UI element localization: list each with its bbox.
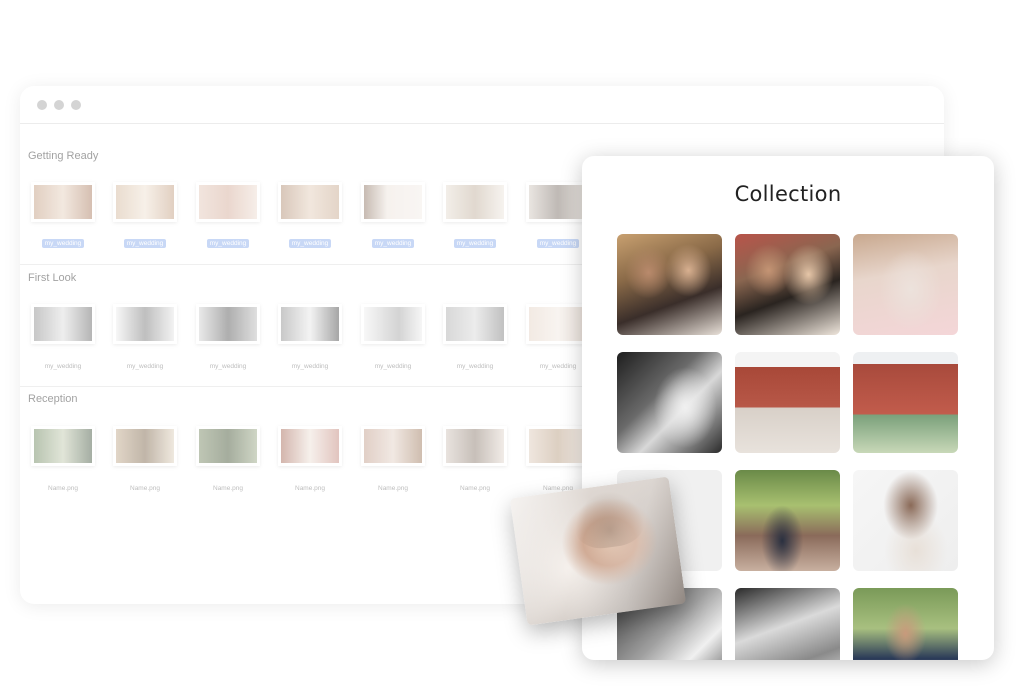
photo-thumbnail[interactable]	[113, 304, 177, 344]
photo-detail	[509, 476, 687, 626]
photo-thumbnail[interactable]	[196, 426, 260, 466]
photo-thumbnail[interactable]	[278, 182, 342, 222]
photo-thumbnail[interactable]	[526, 182, 590, 222]
photo-thumbnail[interactable]	[443, 426, 507, 466]
collection-photo[interactable]	[853, 470, 958, 571]
collection-photo[interactable]	[735, 234, 840, 335]
photo-thumbnail[interactable]	[278, 304, 342, 344]
thumbnail-label: my_wedding	[361, 239, 425, 248]
thumbnail-label: my_wedding	[209, 363, 247, 370]
thumbnail-label: Name.png	[460, 485, 490, 492]
collection-photo[interactable]	[735, 470, 840, 571]
thumbnail-label: my_wedding	[443, 239, 507, 248]
collection-photo[interactable]	[617, 234, 722, 335]
window-dot-icon[interactable]	[54, 99, 64, 110]
window-dot-icon[interactable]	[71, 99, 81, 110]
photo-thumbnail[interactable]	[361, 182, 425, 222]
photo-thumbnail[interactable]	[31, 304, 95, 344]
thumbnail-label: my_wedding	[196, 239, 260, 248]
thumbnail-label: my_wedding	[44, 363, 82, 370]
collection-photo[interactable]	[735, 588, 840, 660]
thumbnail-label: Name.png	[378, 485, 408, 492]
photo-thumbnail[interactable]	[113, 426, 177, 466]
photo-thumbnail[interactable]	[31, 426, 95, 466]
collection-photo[interactable]	[735, 352, 840, 453]
window-dot-icon[interactable]	[37, 99, 47, 110]
photo-thumbnail[interactable]	[31, 182, 95, 222]
thumbnail-label: Name.png	[130, 485, 160, 492]
thumbnail-label: my_wedding	[126, 363, 164, 370]
photo-thumbnail[interactable]	[361, 304, 425, 344]
thumbnail-label: my_wedding	[291, 363, 329, 370]
thumbnail-label: Name.png	[213, 485, 243, 492]
photo-thumbnail[interactable]	[278, 426, 342, 466]
thumbnail-label: my_wedding	[539, 363, 577, 370]
section-title: Reception	[28, 393, 78, 405]
collection-photo[interactable]	[617, 352, 722, 453]
collection-photo[interactable]	[853, 352, 958, 453]
photo-thumbnail[interactable]	[196, 182, 260, 222]
thumbnail-label: my_wedding	[31, 239, 95, 248]
collection-title: Collection	[734, 182, 842, 206]
photo-thumbnail[interactable]	[196, 304, 260, 344]
thumbnail-label: Name.png	[295, 485, 325, 492]
collection-photo[interactable]	[853, 588, 958, 660]
photo-thumbnail[interactable]	[443, 182, 507, 222]
photo-thumbnail[interactable]	[443, 304, 507, 344]
section-title: Getting Ready	[28, 150, 99, 162]
photo-thumbnail[interactable]	[361, 426, 425, 466]
thumbnail-label: my_wedding	[456, 363, 494, 370]
thumbnail-label: my_wedding	[278, 239, 342, 248]
thumbnail-label: my_wedding	[113, 239, 177, 248]
dragged-photo-card[interactable]	[509, 476, 687, 626]
browser-title-bar	[20, 86, 944, 124]
thumbnail-label: my_wedding	[526, 239, 590, 248]
section-title: First Look	[28, 272, 77, 284]
thumbnail-label: Name.png	[48, 485, 78, 492]
photo-thumbnail[interactable]	[113, 182, 177, 222]
thumbnail-label: my_wedding	[374, 363, 412, 370]
collection-photo[interactable]	[853, 234, 958, 335]
photo-thumbnail[interactable]	[526, 426, 590, 466]
photo-thumbnail[interactable]	[526, 304, 590, 344]
